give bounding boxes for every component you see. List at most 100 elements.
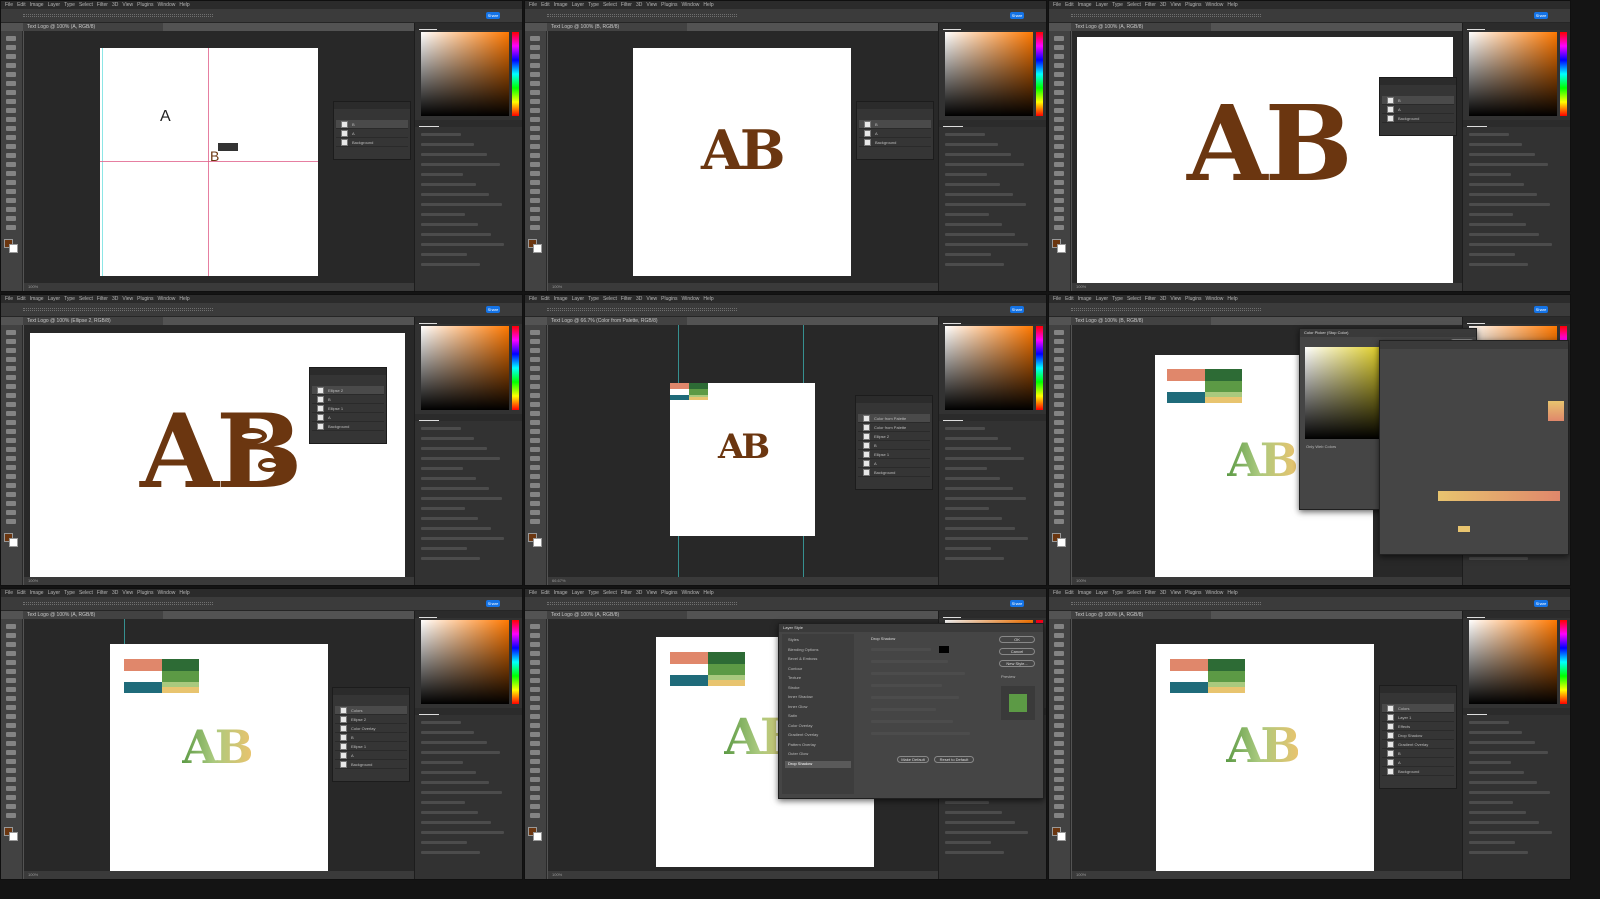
tool-icon[interactable] [6,705,16,710]
menu-item-image[interactable]: Image [1078,2,1092,8]
canvas[interactable]: AB [1077,37,1453,287]
menu-item-view[interactable]: View [1170,590,1181,596]
tool-icon[interactable] [1054,108,1064,113]
background-color-swatch[interactable] [533,832,542,841]
tool-icon[interactable] [6,162,16,167]
tool-icon[interactable] [1054,804,1064,809]
menu-item-type[interactable]: Type [588,296,599,302]
tool-icon[interactable] [530,189,540,194]
tool-icon[interactable] [6,777,16,782]
menu-item-filter[interactable]: Filter [621,296,632,302]
tool-icon[interactable] [1054,660,1064,665]
panel-tab[interactable] [491,611,509,618]
color-picker-field[interactable] [945,326,1033,410]
tool-options[interactable] [547,14,737,17]
tool-options[interactable] [1071,602,1261,605]
property-control[interactable] [421,153,487,156]
panel-tab[interactable] [443,23,461,30]
property-control[interactable] [945,477,1000,480]
menu-item-view[interactable]: View [1170,2,1181,8]
layer-row[interactable]: A [1382,758,1454,767]
tool-icon[interactable] [530,714,540,719]
menu-item-select[interactable]: Select [603,2,617,8]
document-tab[interactable]: Text Logo @ 100% (A, RGB/8) [1071,611,1211,619]
property-control[interactable] [1469,203,1550,206]
canvas[interactable]: AB [670,383,815,536]
tool-icon[interactable] [1054,741,1064,746]
tool-icon[interactable] [1054,117,1064,122]
tool-icon[interactable] [530,357,540,362]
panel-tab[interactable] [943,23,961,30]
menu-item-select[interactable]: Select [79,296,93,302]
tool-icon[interactable] [6,135,16,140]
tool-icon[interactable] [530,225,540,230]
layer-style-option[interactable]: Contour [785,666,851,673]
property-control[interactable] [1469,143,1522,146]
tool-icon[interactable] [6,402,16,407]
property-control[interactable] [1469,213,1513,216]
tool-icon[interactable] [530,786,540,791]
panel-tab[interactable] [1491,23,1509,30]
background-color-swatch[interactable] [1057,538,1066,547]
hue-slider[interactable] [1036,32,1043,116]
hue-slider[interactable] [1560,620,1567,704]
layer-row[interactable]: Gradient Overlay [1382,740,1454,749]
tool-icon[interactable] [6,225,16,230]
property-control[interactable] [945,557,1004,560]
panel-tab[interactable] [491,23,509,30]
property-control[interactable] [1469,761,1511,764]
tool-icon[interactable] [530,108,540,113]
property-control[interactable] [421,781,489,784]
layer-style-option[interactable]: Outer Glow [785,751,851,758]
layer-style-option[interactable]: Inner Shadow [785,694,851,701]
layer-style-option[interactable]: Gradient Overlay [785,732,851,739]
layer-row[interactable]: Colors [1382,704,1454,713]
menu-item-type[interactable]: Type [64,2,75,8]
panel-tab[interactable] [467,611,485,618]
property-control[interactable] [1469,263,1528,266]
tool-icon[interactable] [530,813,540,818]
menu-item-3d[interactable]: 3D [112,2,118,8]
panel-tab[interactable] [1519,120,1539,127]
background-color-swatch[interactable] [1057,832,1066,841]
property-control[interactable] [945,133,985,136]
property-control[interactable] [1469,791,1550,794]
document-tab[interactable]: Text Logo @ 100% (A, RGB/8) [23,611,163,619]
tool-icon[interactable] [1054,411,1064,416]
menu-item-file[interactable]: File [5,296,13,302]
panel-tab[interactable] [1015,611,1033,618]
share-button[interactable]: Share [1534,12,1548,19]
tool-icon[interactable] [6,624,16,629]
tool-icon[interactable] [1054,651,1064,656]
menu-item-help[interactable]: Help [703,296,713,302]
property-control[interactable] [945,173,987,176]
panel-tab[interactable] [1467,23,1485,30]
property-control[interactable] [421,731,474,734]
layer-row[interactable]: A [335,751,407,760]
layer-row[interactable]: A [336,129,408,138]
panel-tab[interactable] [1539,317,1557,324]
layer-row[interactable]: B [858,441,930,450]
gradient-editor-dialog[interactable] [1379,340,1569,555]
property-control[interactable] [1469,731,1522,734]
menu-item-image[interactable]: Image [30,2,44,8]
menu-item-3d[interactable]: 3D [1160,590,1166,596]
panel-tab[interactable] [991,317,1009,324]
panel-tab[interactable] [969,120,989,127]
tool-icon[interactable] [530,501,540,506]
tool-icon[interactable] [6,126,16,131]
share-button[interactable]: Share [1010,12,1024,19]
panel-tab[interactable] [1467,611,1485,618]
tool-icon[interactable] [6,429,16,434]
menu-item-file[interactable]: File [5,2,13,8]
property-control[interactable] [945,223,1002,226]
property-control[interactable] [421,427,461,430]
panel-tab[interactable] [995,414,1015,421]
tool-icon[interactable] [1054,624,1064,629]
tool-icon[interactable] [530,54,540,59]
canvas[interactable]: AB [100,48,318,276]
tool-icon[interactable] [6,438,16,443]
tool-icon[interactable] [530,633,540,638]
tool-icon[interactable] [1054,81,1064,86]
menu-item-window[interactable]: Window [1206,2,1224,8]
